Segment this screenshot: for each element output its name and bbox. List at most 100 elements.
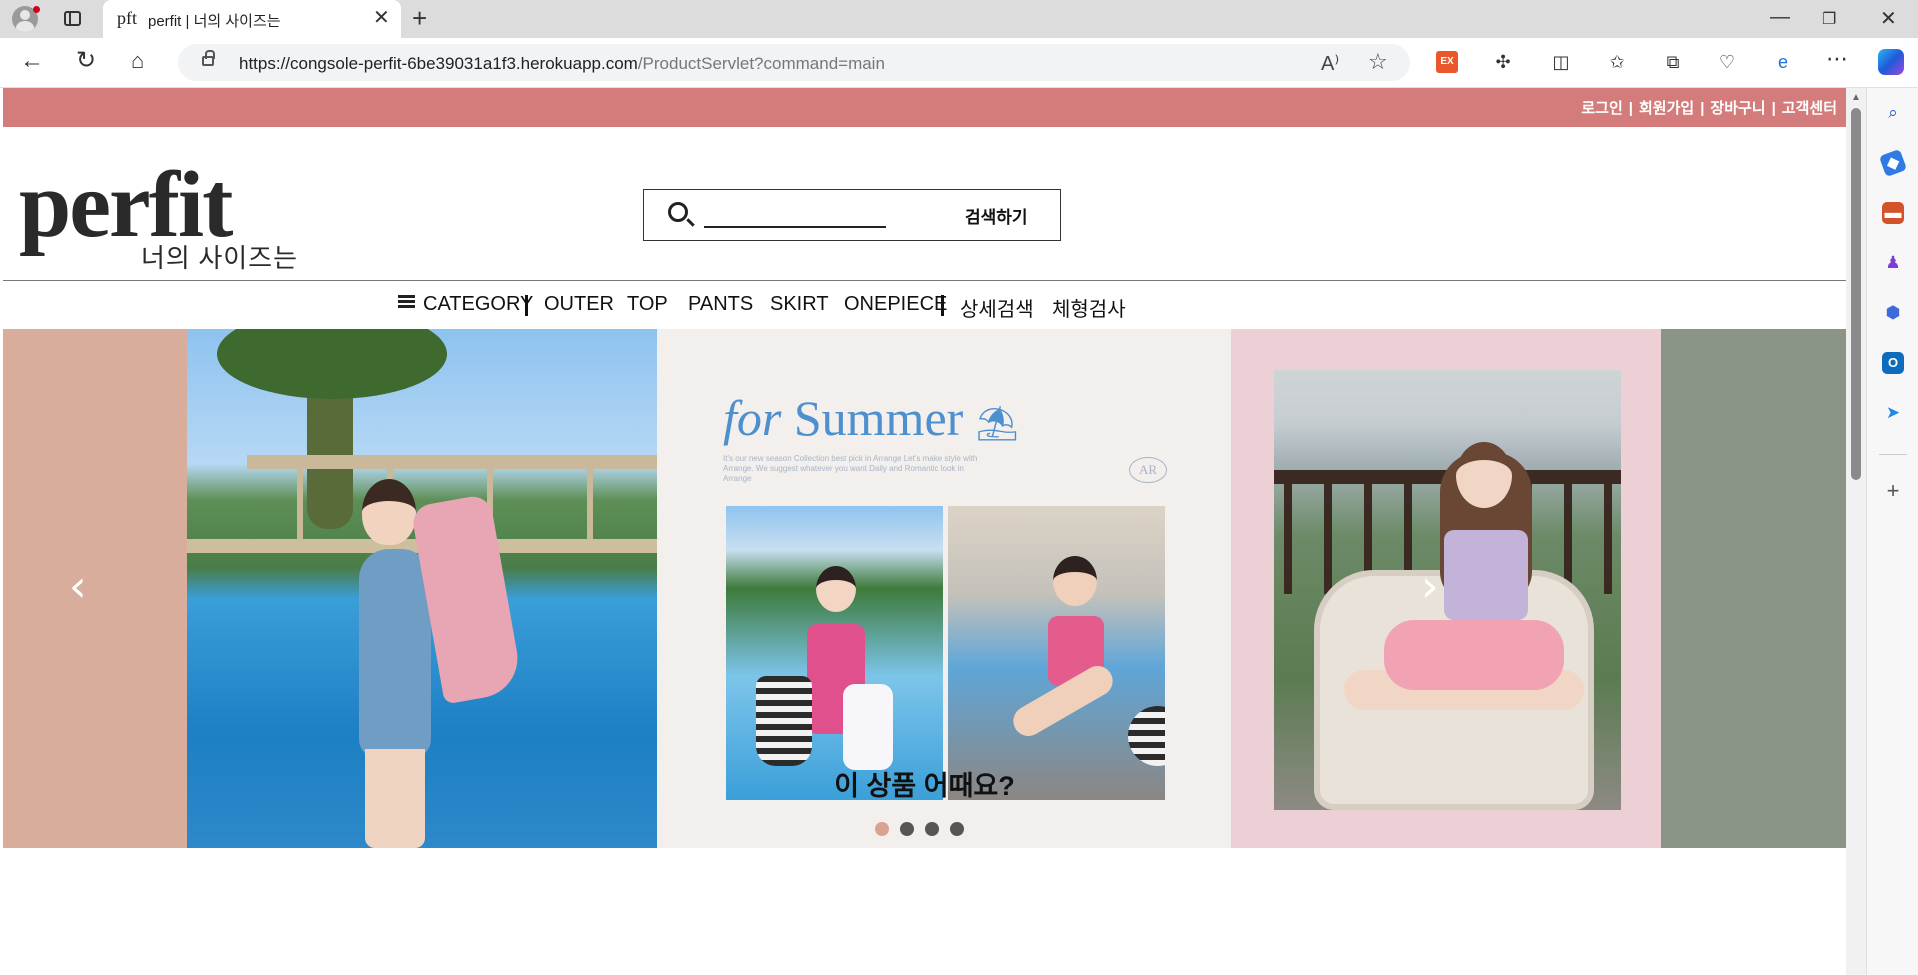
carousel-dot-4[interactable] xyxy=(950,822,964,836)
login-link[interactable]: 로그인 xyxy=(1581,97,1622,118)
pergola xyxy=(247,455,657,469)
menu-separator xyxy=(941,295,944,316)
minimize-icon[interactable]: — xyxy=(1770,6,1790,29)
tab-title: perfit | 너의 사이즈는 xyxy=(148,13,281,30)
menu-top[interactable]: TOP xyxy=(627,293,668,316)
restore-icon[interactable]: ❐ xyxy=(1822,9,1836,29)
sidebar-toolbox-icon[interactable]: ▬ xyxy=(1882,202,1904,224)
refresh-icon[interactable]: ↻ xyxy=(76,48,96,74)
striped-bag xyxy=(756,676,812,766)
carousel-prev-icon[interactable]: ‹ xyxy=(69,565,87,609)
banner-photo-lounging xyxy=(948,506,1165,800)
hamburger-icon xyxy=(398,295,415,309)
notification-dot xyxy=(33,6,40,13)
model-head xyxy=(362,479,416,545)
home-icon[interactable]: ⌂ xyxy=(131,48,144,74)
cart-link[interactable]: 장바구니 xyxy=(1710,97,1765,118)
link-separator: | xyxy=(1771,100,1776,117)
model-head xyxy=(1053,556,1097,606)
top-links: 로그인 | 회원가입 | 장바구니 | 고객센터 xyxy=(1581,97,1837,118)
link-separator: | xyxy=(1700,100,1705,117)
customer-center-link[interactable]: 고객센터 xyxy=(1782,97,1837,118)
copilot-icon[interactable] xyxy=(1878,49,1904,75)
search-box: 검색하기 xyxy=(643,189,1061,241)
edge-icon[interactable]: e xyxy=(1772,51,1794,73)
brand-logo-icon: AR xyxy=(1129,457,1167,483)
menu-separator xyxy=(525,295,528,316)
model-top xyxy=(1444,530,1528,620)
extensions-puzzle-icon[interactable]: ✣ xyxy=(1492,51,1514,73)
menu-pants[interactable]: PANTS xyxy=(688,293,753,316)
favorite-star-icon[interactable]: ☆ xyxy=(1368,49,1388,75)
carousel-dot-1[interactable] xyxy=(875,822,889,836)
carousel-dot-2[interactable] xyxy=(900,822,914,836)
search-icon[interactable] xyxy=(668,202,688,222)
search-button[interactable]: 검색하기 xyxy=(965,203,1028,228)
model-head xyxy=(1456,442,1512,508)
model-shorts xyxy=(1384,620,1564,690)
summer-title: for Summer ⛱ xyxy=(723,389,1019,447)
menu-detail-search[interactable]: 상세검색 xyxy=(960,293,1034,322)
summer-title-word: Summer xyxy=(793,390,964,446)
menu-skirt[interactable]: SKIRT xyxy=(770,293,829,316)
extension-ex-icon[interactable]: EX xyxy=(1436,51,1458,73)
menu-category[interactable]: CATEGORY xyxy=(398,293,533,316)
url-host: https://congsole-perfit-6be39031a1f3.her… xyxy=(239,54,638,73)
favorites-icon[interactable]: ✩ xyxy=(1606,51,1628,73)
back-icon[interactable]: ← xyxy=(20,48,44,74)
collections-icon[interactable]: ⧉ xyxy=(1662,51,1684,73)
page-scrollbar[interactable]: ▲ xyxy=(1846,88,1866,975)
model-swimsuit xyxy=(359,549,431,759)
sidebar-games-icon[interactable]: ♟ xyxy=(1882,252,1904,274)
more-menu-icon[interactable]: ⋯ xyxy=(1826,48,1848,73)
url-text[interactable]: https://congsole-perfit-6be39031a1f3.her… xyxy=(239,54,885,74)
address-toolbar: ← ↻ ⌂ https://congsole-perfit-6be39031a1… xyxy=(0,38,1918,88)
browser-tab-bar: pft perfit | 너의 사이즈는 ✕ + — ❐ ✕ xyxy=(0,0,1918,38)
link-separator: | xyxy=(1628,100,1633,117)
recommend-section-title: 이 상품 어때요? xyxy=(834,771,1015,801)
sidebar-add-icon[interactable]: + xyxy=(1882,480,1904,502)
sidebar-search-icon[interactable]: ⌕ xyxy=(1882,102,1904,124)
scroll-thumb[interactable] xyxy=(1851,108,1861,480)
tab-favicon: pft xyxy=(117,8,137,28)
browser-essentials-icon[interactable]: ♡ xyxy=(1716,51,1738,73)
carousel-dot-3[interactable] xyxy=(925,822,939,836)
sidebar-tag-icon[interactable]: ◆ xyxy=(1878,148,1908,178)
summer-title-for: for xyxy=(723,390,782,446)
sidebar-send-icon[interactable]: ➤ xyxy=(1882,402,1904,424)
url-path: /ProductServlet?command=main xyxy=(637,54,885,73)
signup-link[interactable]: 회원가입 xyxy=(1639,97,1694,118)
carousel-dots xyxy=(875,822,975,841)
window-close-icon[interactable]: ✕ xyxy=(1880,6,1897,31)
edge-sidebar: ⌕ ◆ ▬ ♟ ⬢ O ➤ + xyxy=(1866,88,1918,975)
sidebar-divider xyxy=(1879,454,1907,455)
model-head xyxy=(816,566,856,612)
banner-fineprint: It's our new season Collection best pick… xyxy=(723,454,978,483)
menu-category-label: CATEGORY xyxy=(423,293,534,315)
white-towel xyxy=(843,684,893,770)
lock-icon[interactable] xyxy=(202,50,215,66)
sidebar-outlook-icon[interactable]: O xyxy=(1882,352,1904,374)
railing-posts xyxy=(1284,484,1292,594)
split-screen-icon[interactable]: ◫ xyxy=(1550,51,1572,73)
menu-body-test[interactable]: 체형검사 xyxy=(1052,293,1126,322)
sidebar-m365-icon[interactable]: ⬢ xyxy=(1882,302,1904,324)
striped-bag xyxy=(1128,706,1165,766)
banner-photo-standing xyxy=(726,506,943,800)
url-field[interactable]: https://congsole-perfit-6be39031a1f3.her… xyxy=(178,44,1410,81)
beach-umbrella-icon: ⛱ xyxy=(975,406,1019,443)
read-aloud-icon[interactable]: A⁾ xyxy=(1321,51,1339,76)
search-input[interactable] xyxy=(704,202,886,228)
tab-close-icon[interactable]: ✕ xyxy=(373,8,390,28)
tab-actions-icon[interactable] xyxy=(64,11,81,26)
browser-tab-active[interactable]: pft perfit | 너의 사이즈는 ✕ xyxy=(103,0,401,38)
top-link-strip: 로그인 | 회원가입 | 장바구니 | 고객센터 xyxy=(3,88,1846,127)
category-menu: CATEGORY OUTER TOP PANTS SKIRT ONEPIECE … xyxy=(3,281,1846,328)
scroll-up-icon[interactable]: ▲ xyxy=(1851,92,1861,103)
menu-outer[interactable]: OUTER xyxy=(544,293,614,316)
pergola-posts xyxy=(297,469,303,539)
web-page: 로그인 | 회원가입 | 장바구니 | 고객센터 perfit 너의 사이즈는 검색하기 C… xyxy=(3,88,1846,975)
menu-onepiece[interactable]: ONEPIECE xyxy=(844,293,947,316)
new-tab-icon[interactable]: + xyxy=(412,5,427,31)
carousel-next-icon[interactable]: › xyxy=(1421,565,1439,609)
